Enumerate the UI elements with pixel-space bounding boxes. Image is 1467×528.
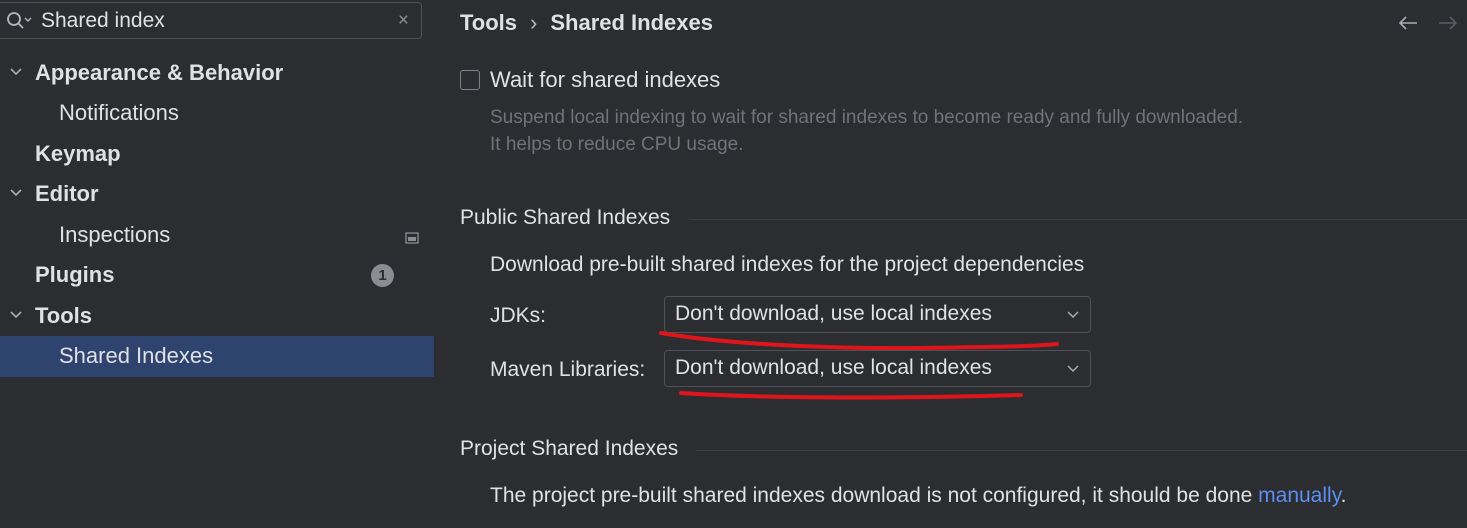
back-arrow-icon[interactable] (1397, 14, 1419, 32)
wait-shared-indexes-description: Suspend local indexing to wait for share… (490, 107, 1244, 155)
wait-shared-indexes-checkbox[interactable] (460, 70, 480, 90)
public-shared-indexes-title: Public Shared Indexes (460, 206, 671, 229)
sidebar-item-notifications[interactable]: Notifications (0, 93, 434, 134)
settings-sidebar: Shared index × Appearance & Behavior Not… (0, 0, 434, 528)
jdks-dropdown[interactable]: Don't download, use local indexes (664, 296, 1091, 333)
sidebar-item-label: Tools (35, 303, 93, 328)
sidebar-item-label: Editor (35, 181, 99, 206)
section-divider (690, 219, 1467, 220)
project-shared-indexes-text: The project pre-built shared indexes dow… (490, 484, 1346, 508)
sidebar-item-editor[interactable]: Editor (0, 174, 434, 215)
chevron-down-icon (1067, 365, 1079, 373)
project-shared-indexes-title: Project Shared Indexes (460, 437, 679, 460)
jdks-label: JDKs: (490, 304, 547, 327)
search-field[interactable]: Shared index × (0, 2, 422, 39)
message-suffix: . (1340, 484, 1347, 507)
jdks-dropdown-value: Don't download, use local indexes (675, 302, 992, 325)
sidebar-item-label: Keymap (35, 141, 121, 166)
chevron-down-icon[interactable] (8, 307, 24, 323)
sidebar-item-label: Notifications (59, 100, 179, 125)
maven-libraries-label: Maven Libraries: (490, 358, 646, 381)
page-title: Shared Indexes (550, 10, 713, 35)
settings-window: Shared index × Appearance & Behavior Not… (0, 0, 1467, 528)
sidebar-item-plugins[interactable]: Plugins 1 (0, 255, 434, 296)
sidebar-item-appearance-behavior[interactable]: Appearance & Behavior (0, 53, 434, 94)
public-shared-indexes-description: Download pre-built shared indexes for th… (490, 253, 1085, 276)
sidebar-item-label: Plugins (35, 262, 115, 287)
breadcrumb-separator: › (530, 10, 538, 35)
settings-content: Tools › Shared Indexes Wait for shared ind… (434, 0, 1467, 528)
breadcrumb: Tools › Shared Indexes (460, 10, 713, 36)
sidebar-item-label: Inspections (59, 222, 171, 247)
chevron-down-icon[interactable] (8, 185, 24, 201)
section-divider (696, 450, 1467, 451)
wait-shared-indexes-label[interactable]: Wait for shared indexes (490, 67, 720, 93)
project-shared-indexes-message: The project pre-built shared indexes dow… (490, 484, 1259, 507)
sidebar-item-label: Shared Indexes (59, 343, 214, 368)
maven-libraries-dropdown-value: Don't download, use local indexes (675, 356, 992, 379)
breadcrumb-item-tools[interactable]: Tools (460, 10, 517, 35)
forward-arrow-icon[interactable] (1437, 14, 1459, 32)
sidebar-item-tools[interactable]: Tools (0, 296, 434, 337)
sidebar-item-keymap[interactable]: Keymap (0, 134, 434, 175)
search-input[interactable]: Shared index (41, 9, 165, 33)
sidebar-item-inspections[interactable]: Inspections (0, 215, 434, 256)
sidebar-item-shared-indexes[interactable]: Shared Indexes (0, 336, 434, 377)
clear-search-icon[interactable]: × (398, 10, 409, 32)
project-settings-icon (405, 232, 419, 244)
manually-link[interactable]: manually (1258, 484, 1340, 507)
chevron-down-icon[interactable] (8, 64, 24, 80)
search-icon (7, 12, 32, 29)
chevron-down-icon (1067, 311, 1079, 319)
maven-libraries-dropdown[interactable]: Don't download, use local indexes (664, 350, 1091, 387)
sidebar-item-label: Appearance & Behavior (35, 60, 284, 85)
plugins-update-badge: 1 (371, 264, 394, 287)
